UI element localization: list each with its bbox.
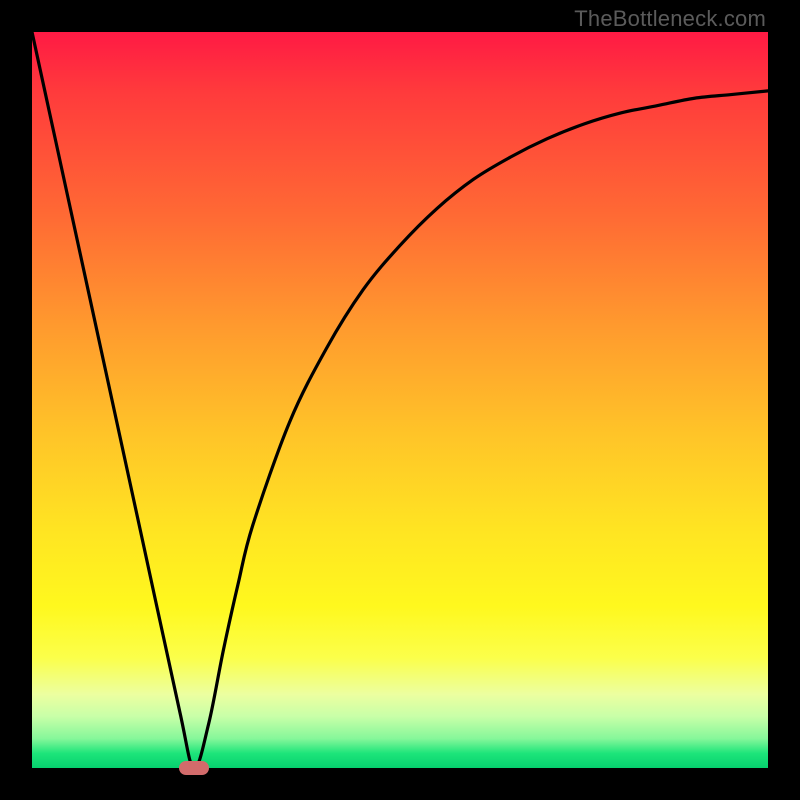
- chart-frame: TheBottleneck.com: [0, 0, 800, 800]
- bottleneck-curve-path: [32, 32, 768, 768]
- watermark-text: TheBottleneck.com: [574, 6, 766, 32]
- minimum-marker: [179, 761, 208, 776]
- curve-layer: [32, 32, 768, 768]
- plot-area: [32, 32, 768, 768]
